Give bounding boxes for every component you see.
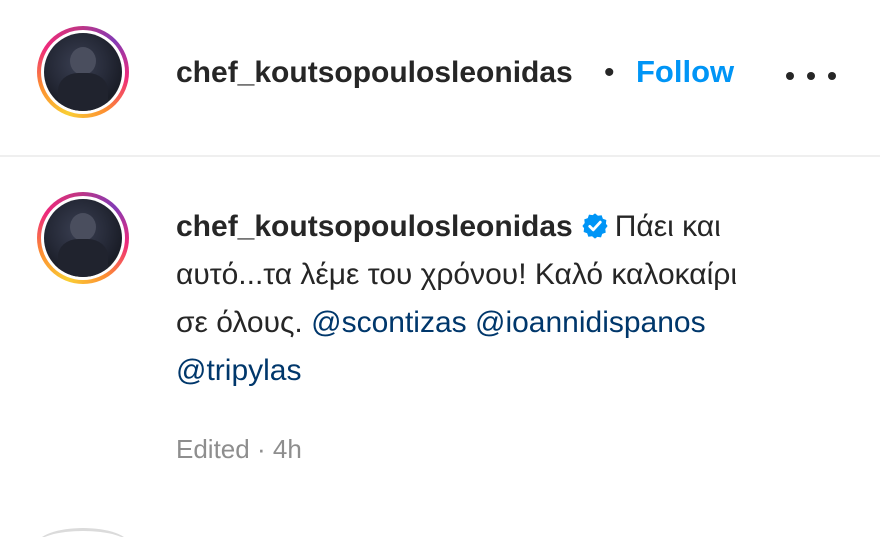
mention-link[interactable]: @tripylas: [176, 354, 301, 387]
instagram-post-panel: chef_koutsopoulosleonidas • Follow chef_…: [0, 0, 880, 537]
caption-avatar[interactable]: [44, 199, 122, 277]
caption-story-ring[interactable]: [37, 192, 129, 284]
avatar[interactable]: [44, 33, 122, 111]
more-horizontal-icon[interactable]: [786, 62, 836, 90]
post-header: chef_koutsopoulosleonidas • Follow: [0, 0, 880, 157]
mention-link[interactable]: @ioannidispanos: [475, 306, 706, 339]
separator-dot: •: [604, 56, 615, 89]
caption-text-block: chef_koutsopoulosleonidas Πάει και αυτό.…: [176, 203, 776, 395]
verified-badge-icon: [582, 213, 608, 239]
timestamp[interactable]: 4h: [273, 434, 302, 464]
meta-separator: ·: [256, 434, 266, 464]
follow-button[interactable]: Follow: [636, 54, 734, 90]
story-ring[interactable]: [37, 26, 129, 118]
header-username-link[interactable]: chef_koutsopoulosleonidas: [176, 56, 594, 90]
post-meta: Edited · 4h: [176, 434, 302, 465]
mention-link[interactable]: @scontizas: [311, 306, 467, 339]
edited-label: Edited: [176, 434, 250, 464]
next-comment-avatar[interactable]: [37, 528, 129, 537]
caption-username-link[interactable]: chef_koutsopoulosleonidas: [176, 210, 573, 243]
